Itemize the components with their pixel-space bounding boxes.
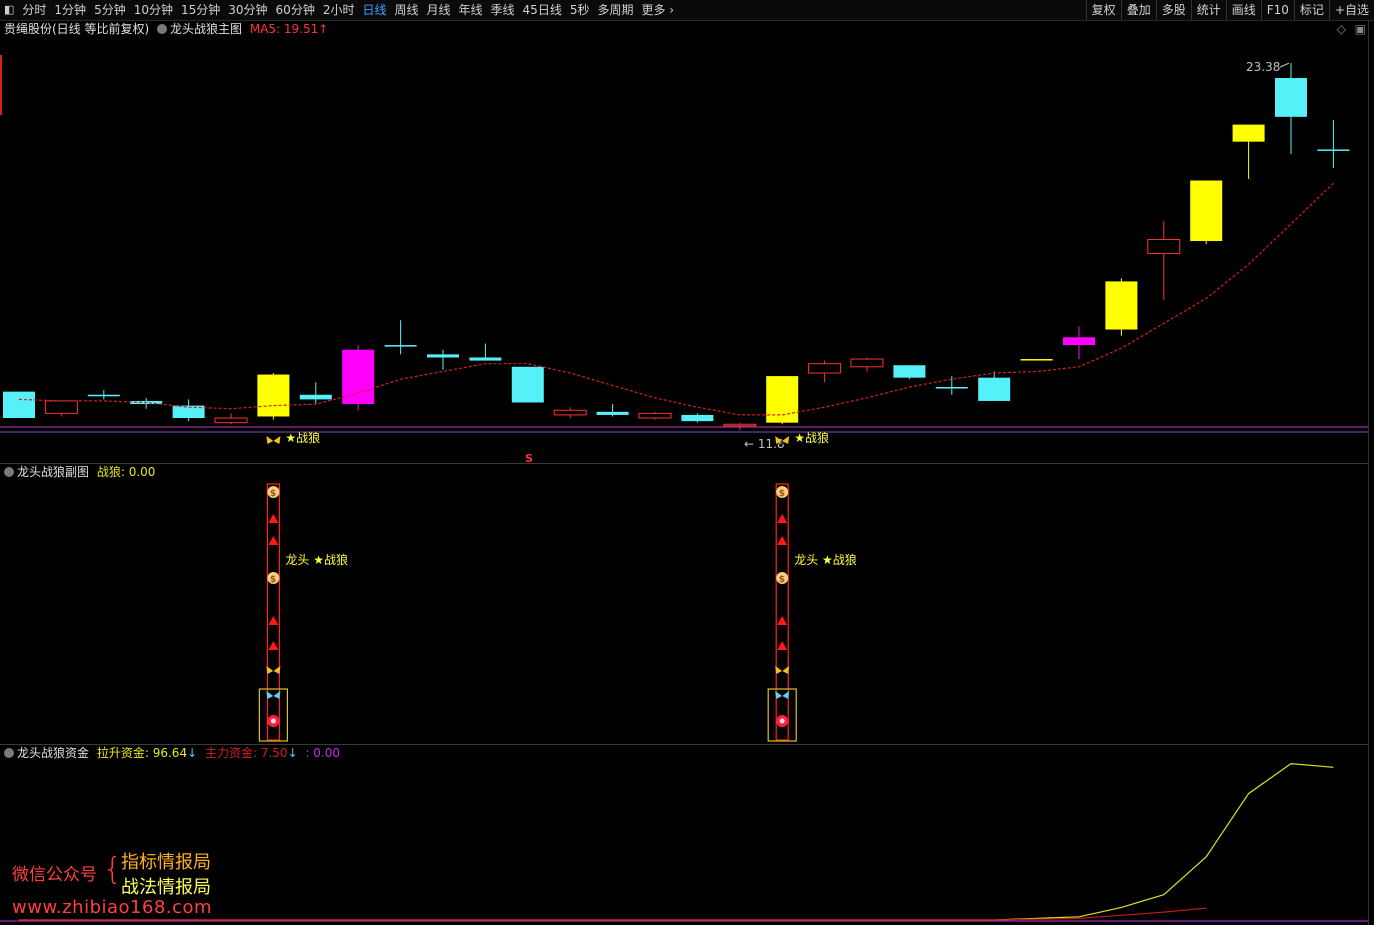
candle-body [935,386,968,389]
butterfly-icon [266,691,281,700]
watermark-item-2: 战法情报局 [121,877,211,898]
butterfly-wing-right [273,691,281,699]
chart-canvas[interactable]: 23.38← 11.8★战狼 ★战狼S$$龙头 ★战狼$$龙头 ★战狼 [0,0,1374,925]
candle-body [893,365,926,378]
candle-body [257,374,290,417]
candle-body [978,377,1011,401]
candle-body [1147,238,1181,254]
candle-body [1020,359,1053,361]
up-triangle-icon [777,641,788,650]
butterfly-wing-left [266,436,274,444]
candle-body [427,354,459,358]
watermark-wechat: 微信公众号 [12,865,97,885]
candle-body [1275,78,1307,117]
flower-center [779,718,785,724]
watermark-item-1: 指标情报局 [121,852,211,873]
up-triangle-icon [268,536,279,545]
butterfly-wing-left [775,691,783,699]
candle-body [469,357,502,361]
candle-body [299,394,332,400]
butterfly-icon [775,691,790,700]
candle-body [1232,124,1265,142]
candle-body [723,423,757,427]
candle-body [511,366,544,403]
candle-body [1105,281,1138,330]
candle-body [553,409,587,416]
butterfly-icon [266,436,281,445]
candle-body [342,349,375,405]
up-triangle-icon [268,514,279,523]
candle-body [638,412,672,419]
butterfly-wing-right [273,666,281,674]
up-triangle-icon [268,616,279,625]
up-triangle-icon [777,616,788,625]
money-bag-symbol: $ [270,575,276,585]
high-price-label: 23.38 [1246,60,1280,74]
butterfly-icon [266,666,281,675]
money-bag-symbol: $ [270,489,276,499]
candle-body [3,391,35,419]
butterfly-wing-right [782,691,790,699]
butterfly-wing-left [266,691,274,699]
candle-body [44,400,78,414]
candle-body [1063,337,1095,346]
candle-body [1190,180,1223,242]
candle-body [766,376,799,423]
lift-fund-line [19,762,1334,921]
candle-body [808,363,842,374]
up-triangle-icon [268,641,279,650]
up-triangle-icon [777,514,788,523]
candle-body [87,394,120,397]
money-bag-symbol: $ [779,489,785,499]
watermark-url[interactable]: www.zhibiao168.com [12,897,212,918]
zhanlang-signal-label: ★战狼 [794,430,829,445]
butterfly-wing-left [266,666,274,674]
watermark-brace: { [103,852,123,887]
candle-body [384,345,417,347]
butterfly-wing-right [782,666,790,674]
longtou-zhanlang-label: 龙头 ★战狼 [285,552,348,567]
up-triangle-icon [777,536,788,545]
candle-body [681,414,714,422]
candle-body [1317,149,1350,151]
butterfly-icon [775,666,790,675]
candle-body [596,411,629,415]
butterfly-wing-left [775,666,783,674]
money-bag-symbol: $ [779,575,785,585]
flower-center [270,718,276,724]
zhanlang-signal-label: ★战狼 [285,430,320,445]
butterfly-wing-right [273,436,281,444]
candle-body [850,358,884,368]
candle-body [214,417,248,424]
sell-s-marker: S [525,452,533,465]
high-leader-line [1279,62,1290,68]
longtou-zhanlang-label: 龙头 ★战狼 [794,552,857,567]
